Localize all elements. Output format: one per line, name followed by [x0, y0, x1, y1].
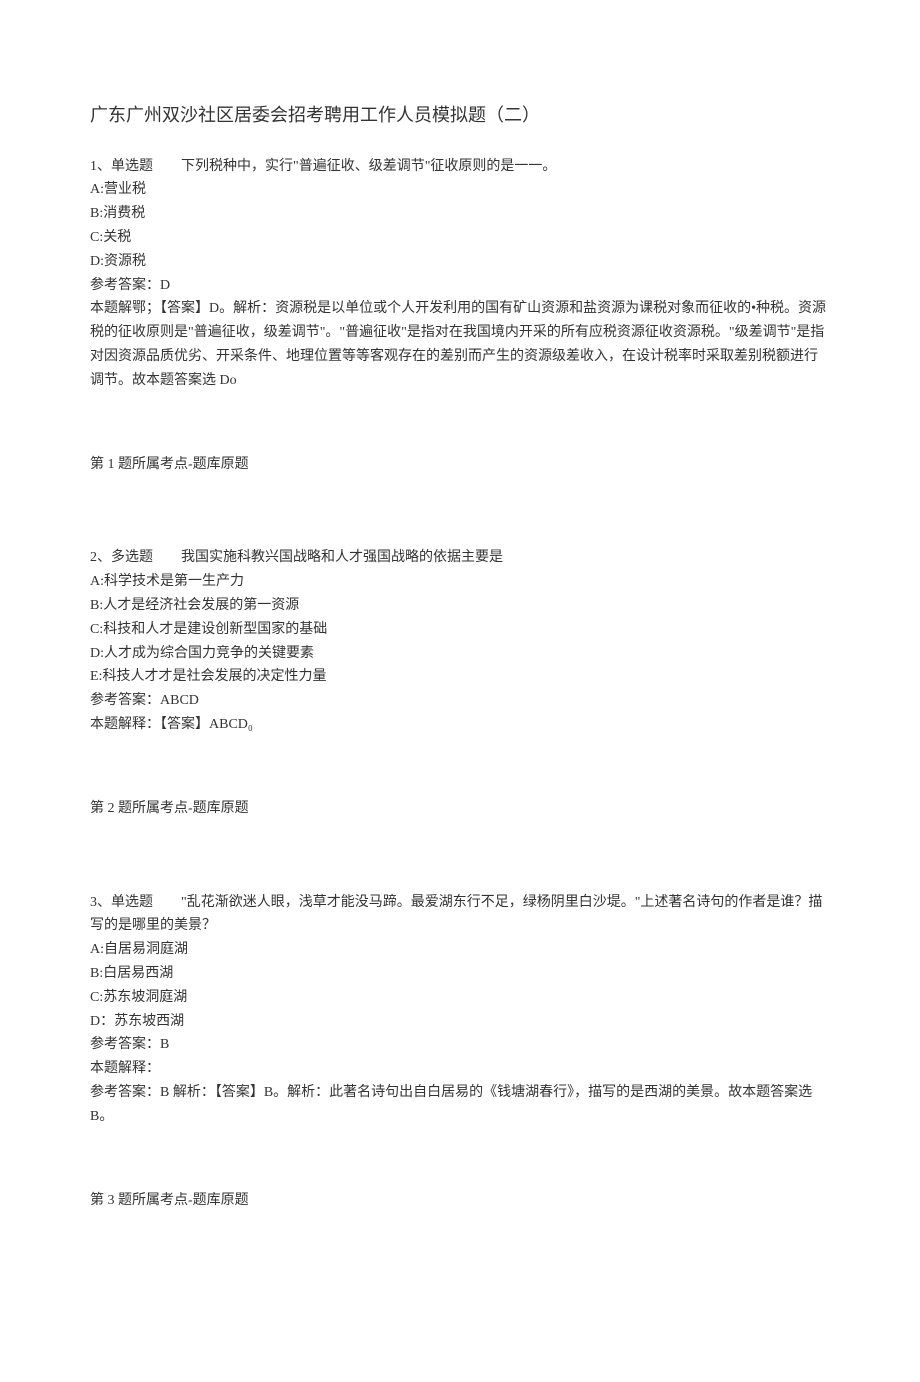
- explanation: 本题解鄂；【答案】D。解析：资源税是以单位或个人开发利用的国有矿山资源和盐资源为…: [90, 297, 830, 392]
- question-1: 1、单选题 下列税种中，实行"普遍征收、级差调节"征收原则的是一一。 A:营业税…: [90, 155, 830, 393]
- answer-reference: 参考答案：D: [90, 274, 830, 298]
- option-d: D:资源税: [90, 250, 830, 274]
- topic-reference-3: 第 3 题所属考点-题库原题: [90, 1189, 830, 1213]
- answer-reference: 参考答案：ABCD: [90, 689, 830, 713]
- option-c: C:关税: [90, 226, 830, 250]
- question-stem: 3、单选题 "乱花渐欲迷人眼，浅草才能没马蹄。最爱湖东行不足，绿杨阴里白沙堤。"…: [90, 891, 830, 939]
- question-stem: 2、多选题 我国实施科教兴国战略和人才强国战略的依据主要是: [90, 546, 830, 570]
- option-a: A:自居易洞庭湖: [90, 938, 830, 962]
- option-a: A:科学技术是第一生产力: [90, 570, 830, 594]
- option-b: B:消费税: [90, 202, 830, 226]
- option-e: E:科技人才才是社会发展的决定性力量: [90, 665, 830, 689]
- document-title: 广东广州双沙社区居委会招考聘用工作人员模拟题（二）: [90, 100, 830, 131]
- option-d: D：苏东坡西湖: [90, 1010, 830, 1034]
- explanation: 本题解释：【答案】ABCD₀: [90, 713, 830, 737]
- question-stem: 1、单选题 下列税种中，实行"普遍征收、级差调节"征收原则的是一一。: [90, 155, 830, 179]
- option-d: D:人才成为综合国力竞争的关键要素: [90, 642, 830, 666]
- question-2: 2、多选题 我国实施科教兴国战略和人才强国战略的依据主要是 A:科学技术是第一生…: [90, 546, 830, 736]
- option-b: B:白居易西湖: [90, 962, 830, 986]
- topic-reference-2: 第 2 题所属考点-题库原题: [90, 797, 830, 821]
- topic-reference-1: 第 1 题所属考点-题库原题: [90, 453, 830, 477]
- option-c: C:科技和人才是建设创新型国家的基础: [90, 618, 830, 642]
- explanation-label: 本题解释：: [90, 1057, 830, 1081]
- question-3: 3、单选题 "乱花渐欲迷人眼，浅草才能没马蹄。最爱湖东行不足，绿杨阴里白沙堤。"…: [90, 891, 830, 1129]
- option-b: B:人才是经济社会发展的第一资源: [90, 594, 830, 618]
- option-a: A:营业税: [90, 178, 830, 202]
- explanation: 参考答案：B 解析：【答案】B。解析：此著名诗句出自白居易的《钱塘湖春行》，描写…: [90, 1081, 830, 1129]
- answer-reference: 参考答案：B: [90, 1033, 830, 1057]
- option-c: C:苏东坡洞庭湖: [90, 986, 830, 1010]
